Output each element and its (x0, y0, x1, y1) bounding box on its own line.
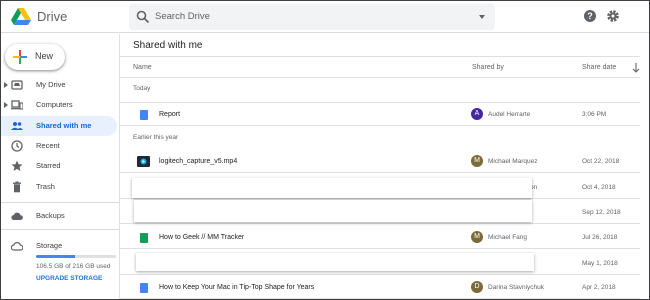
sidebar-item-recent[interactable]: Recent (1, 136, 117, 156)
file-name: How to Keep Your Mac in Tip-Top Shape fo… (159, 284, 315, 291)
main-content: Shared with me Name Shared by Share date… (119, 34, 649, 299)
table-row[interactable]: How to Keep Your Mac in Tip-Top Shape fo… (120, 276, 640, 299)
shared-by: Darina Stavniychuk (488, 284, 544, 291)
table-row[interactable]: logitech_capture_v5.mp4 M Michael Marque… (120, 150, 640, 173)
computer-icon (11, 100, 23, 110)
app-brand: Drive (37, 9, 68, 24)
doc-file-icon (140, 110, 148, 120)
sidebar-item-computers[interactable]: Computers (1, 95, 117, 115)
redaction-box (132, 178, 532, 198)
upgrade-storage-link[interactable]: UPGRADE STORAGE (36, 275, 102, 282)
share-date: Oct 4, 2018 (582, 184, 616, 191)
drive-icon (11, 80, 23, 90)
cloud-icon (11, 212, 23, 221)
doc-file-icon (140, 283, 148, 293)
sidebar-item-backups[interactable]: Backups (1, 206, 117, 226)
people-icon (11, 122, 23, 130)
file-name: Report (159, 111, 181, 118)
expand-arrow-icon[interactable] (4, 82, 8, 88)
section-heading-earlier: Earlier this year (133, 134, 179, 141)
trash-icon (13, 181, 21, 193)
sidebar-item-label: Backups (36, 211, 65, 220)
share-date: May 1, 2018 (582, 260, 618, 267)
top-bar: Drive Search Drive ? (1, 1, 649, 33)
drive-logo-icon[interactable] (11, 8, 31, 26)
section-heading-today: Today (133, 85, 151, 92)
cloud-outline-icon (11, 242, 23, 251)
sidebar-item-label: Recent (36, 141, 60, 150)
redaction-box (136, 253, 534, 271)
sidebar-item-trash[interactable]: Trash (1, 177, 117, 197)
shared-by: Michael Fang (488, 234, 528, 241)
table-row[interactable]: How to Geek // MM Tracker M Michael Fang… (120, 226, 640, 249)
new-button[interactable]: New (5, 44, 65, 70)
help-icon[interactable]: ? (584, 10, 596, 22)
shared-by: Michael Marquez (488, 158, 538, 165)
share-date: Sep 12, 2018 (582, 209, 621, 216)
share-date: 3:06 PM (582, 111, 607, 118)
redaction-box (134, 200, 532, 222)
search-icon[interactable] (136, 10, 150, 24)
page-title: Shared with me (133, 40, 203, 51)
sidebar-item-shared-with-me[interactable]: Shared with me (1, 116, 117, 136)
sidebar-item-label: Trash (36, 182, 55, 191)
share-date: Apr 2, 2018 (582, 284, 616, 291)
sidebar-item-starred[interactable]: Starred (1, 156, 117, 176)
column-header-share-date[interactable]: Share date (582, 64, 616, 71)
star-icon (11, 160, 23, 171)
sidebar-item-my-drive[interactable]: My Drive (1, 75, 117, 95)
search-options-caret-icon[interactable] (479, 15, 485, 19)
avatar: M (471, 155, 483, 167)
plus-icon (13, 50, 27, 64)
gear-icon[interactable] (606, 9, 620, 23)
search-bar[interactable]: Search Drive (129, 4, 495, 30)
sort-down-arrow-icon[interactable] (632, 63, 640, 73)
avatar: D (471, 281, 483, 293)
column-header-name[interactable]: Name (133, 64, 152, 71)
sidebar-item-label: Storage (36, 241, 63, 250)
column-header-shared-by[interactable]: Shared by (472, 64, 504, 71)
new-button-label: New (35, 51, 54, 61)
sheet-file-icon (140, 233, 148, 243)
share-date: Jul 26, 2018 (582, 234, 618, 241)
storage-usage-text: 106.5 GB of 216 GB used (36, 263, 111, 270)
avatar: M (471, 231, 483, 243)
storage-usage-fill (36, 255, 76, 258)
table-row[interactable]: Report A Audel Herrarte 3:06 PM (120, 103, 640, 126)
file-name: logitech_capture_v5.mp4 (159, 158, 238, 165)
search-placeholder[interactable]: Search Drive (155, 11, 210, 22)
sidebar-item-label: My Drive (36, 80, 66, 89)
shared-by: Audel Herrarte (488, 111, 531, 118)
sidebar-item-label: Starred (36, 161, 61, 170)
avatar: A (471, 108, 483, 120)
storage-usage-bar (36, 255, 116, 258)
expand-arrow-icon[interactable] (4, 102, 8, 108)
sidebar: New My Drive Computers Shared with me Re… (1, 34, 119, 299)
sidebar-divider (1, 229, 119, 230)
clock-icon (11, 140, 23, 152)
column-header-row: Name Shared by Share date (120, 56, 640, 78)
sidebar-item-storage[interactable]: Storage (1, 236, 117, 256)
sidebar-item-label: Shared with me (36, 121, 92, 130)
sidebar-item-label: Computers (36, 100, 73, 109)
video-file-icon (137, 156, 150, 167)
file-name: How to Geek // MM Tracker (159, 234, 245, 241)
drive-window: Drive Search Drive ? New My Drive Comput… (0, 0, 650, 300)
share-date: Oct 22, 2018 (582, 158, 620, 165)
sidebar-divider (1, 202, 119, 203)
